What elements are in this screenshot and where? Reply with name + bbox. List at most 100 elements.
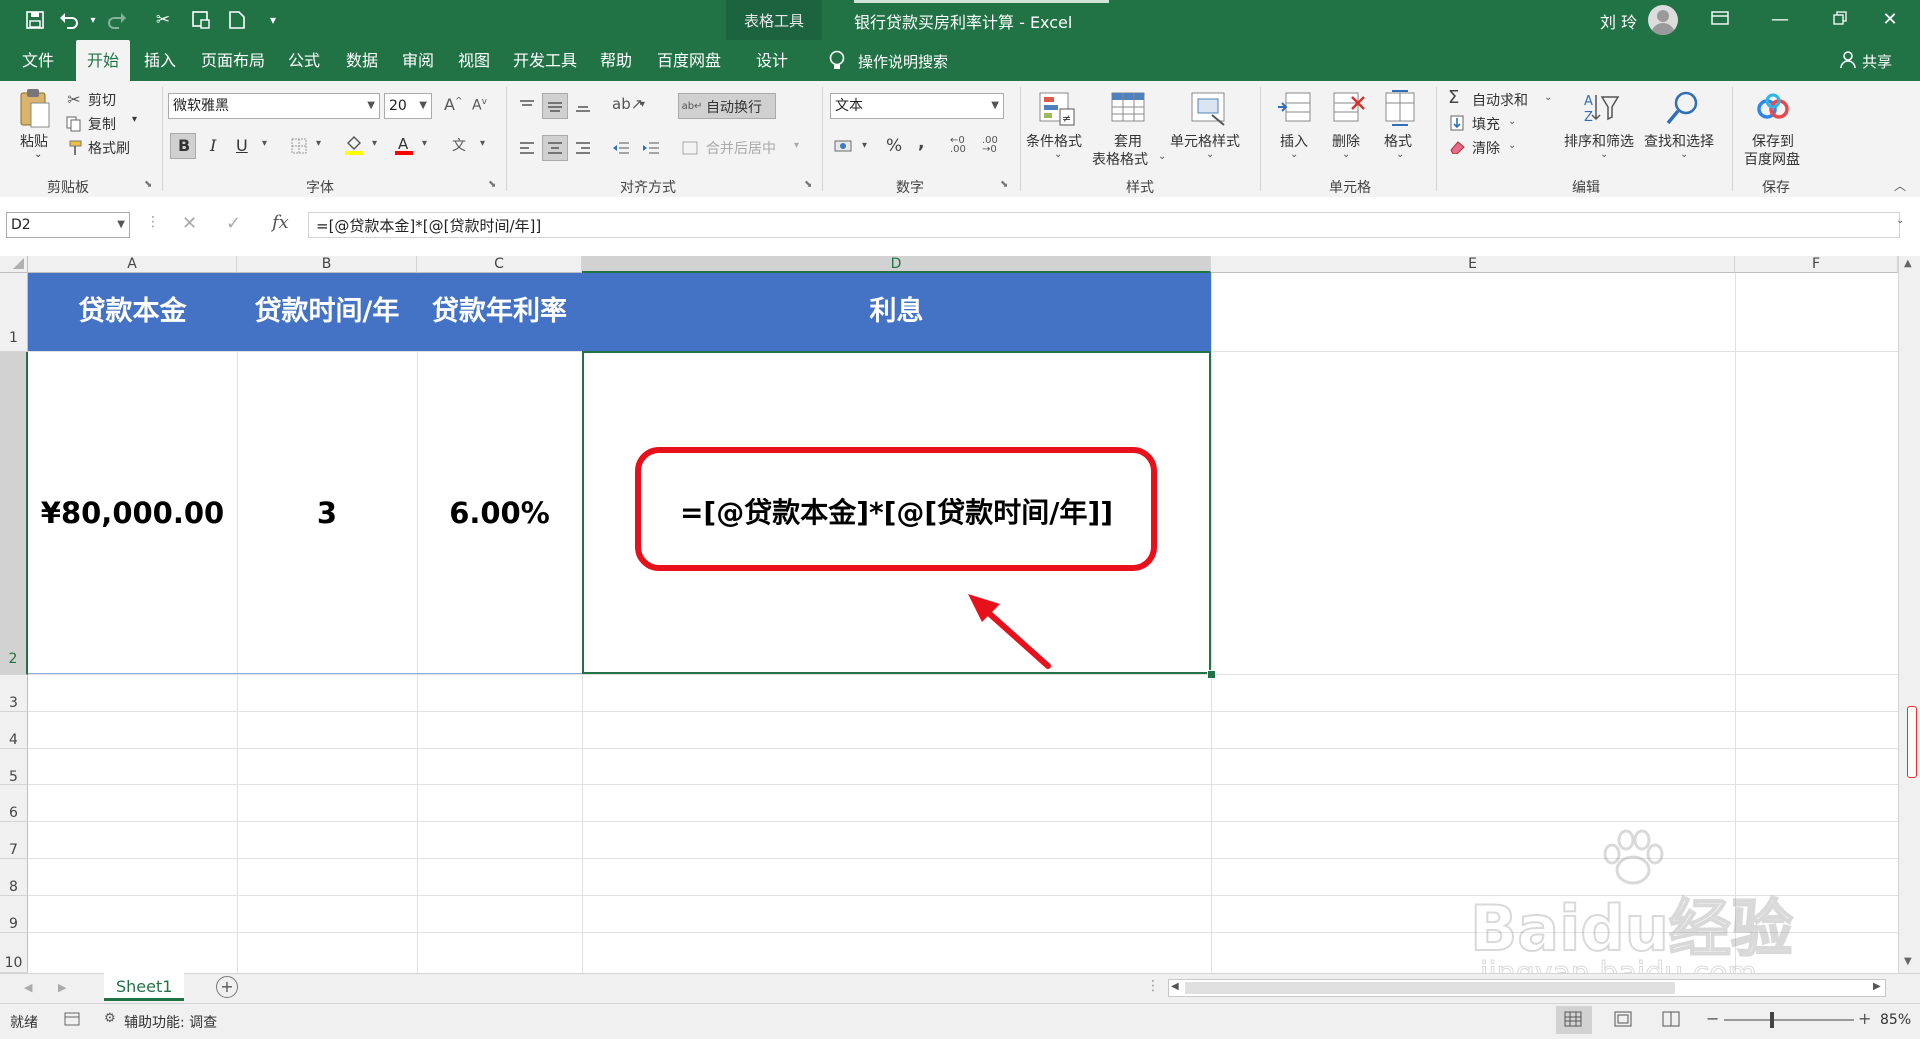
cell-c2[interactable]: 6.00% — [417, 352, 582, 674]
select-all-button[interactable] — [0, 256, 28, 273]
tab-page-layout[interactable]: 页面布局 — [196, 40, 270, 81]
font-launcher-icon[interactable]: ⬊ — [488, 179, 496, 190]
font-name-select[interactable]: 微软雅黑 ▼ — [168, 93, 380, 119]
format-as-table-button[interactable]: 套用 — [1114, 131, 1142, 151]
conditional-formatting-icon[interactable]: ≠ — [1038, 89, 1076, 127]
find-select-icon[interactable] — [1664, 89, 1702, 127]
baidu-netdisk-icon[interactable] — [1754, 89, 1792, 127]
delete-cells-button[interactable]: 删除 — [1332, 131, 1360, 151]
merge-center-button[interactable]: 合并后居中 — [706, 138, 776, 158]
horizontal-scrollbar[interactable]: ◀ ▶ — [1168, 979, 1886, 997]
orientation-icon[interactable]: ab↗ — [612, 95, 643, 113]
tab-home[interactable]: 开始 — [76, 40, 130, 81]
tell-me-search[interactable]: 操作说明搜索 — [858, 51, 948, 72]
copy-button[interactable]: 复制 — [88, 114, 116, 134]
column-header-e[interactable]: E — [1211, 256, 1735, 273]
align-bottom-icon[interactable] — [572, 95, 594, 117]
clipboard-launcher-icon[interactable]: ⬊ — [144, 179, 152, 190]
paste-dropdown-icon[interactable]: ⌄ — [34, 149, 42, 160]
row-header-8[interactable]: 8 — [0, 859, 28, 896]
zoom-in-button[interactable]: + — [1858, 1009, 1871, 1028]
percent-button[interactable]: % — [886, 136, 902, 156]
customize-toolbar-icon[interactable]: ▾ — [262, 9, 284, 31]
fill-color-dropdown-icon[interactable]: ▾ — [372, 138, 377, 149]
autosum-icon[interactable]: Σ — [1448, 87, 1459, 108]
formula-input[interactable]: =[@贷款本金]*[@[贷款时间/年]] — [316, 215, 541, 236]
delete-dropdown-icon[interactable]: ⌄ — [1342, 149, 1350, 160]
align-center-icon[interactable] — [544, 137, 566, 159]
new-document-icon[interactable] — [226, 9, 248, 31]
insert-dropdown-icon[interactable]: ⌄ — [1290, 149, 1298, 160]
italic-button[interactable]: I — [210, 136, 216, 155]
format-cells-icon[interactable] — [1382, 89, 1420, 127]
align-left-icon[interactable] — [516, 137, 538, 159]
row-header-1[interactable]: 1 — [0, 273, 28, 352]
zoom-level[interactable]: 85% — [1880, 1012, 1911, 1028]
fill-button[interactable]: 填充 — [1472, 114, 1500, 134]
table-header-rate[interactable]: 贷款年利率 — [417, 273, 582, 351]
undo-dropdown-icon[interactable]: ▾ — [82, 9, 104, 31]
cut-icon[interactable]: ✂ — [64, 89, 84, 109]
tab-formulas[interactable]: 公式 — [280, 40, 328, 81]
sort-dropdown-icon[interactable]: ⌄ — [1600, 149, 1608, 160]
currency-icon[interactable] — [832, 135, 856, 157]
table-header-interest[interactable]: 利息 — [582, 273, 1211, 351]
save-to-baidu-button[interactable]: 保存到 — [1752, 131, 1794, 151]
close-icon[interactable]: ✕ — [1860, 0, 1920, 40]
bold-button[interactable]: B — [178, 136, 190, 155]
scissors-icon[interactable]: ✂ — [152, 9, 174, 31]
eraser-icon[interactable] — [1448, 138, 1466, 156]
row-header-5[interactable]: 5 — [0, 749, 28, 785]
borders-icon[interactable] — [288, 135, 310, 157]
share-icon[interactable] — [1840, 51, 1856, 73]
sort-filter-button[interactable]: 排序和筛选 — [1564, 131, 1634, 151]
macro-record-icon[interactable] — [64, 1011, 82, 1031]
merge-dropdown-icon[interactable]: ▾ — [794, 140, 799, 151]
cell-styles-dropdown-icon[interactable]: ⌄ — [1206, 149, 1214, 160]
comma-button[interactable]: , — [918, 133, 924, 153]
scroll-right-icon[interactable]: ▶ — [1873, 981, 1881, 992]
format-cells-button[interactable]: 格式 — [1384, 131, 1412, 151]
scroll-left-icon[interactable]: ◀ — [1171, 981, 1179, 992]
tab-help[interactable]: 帮助 — [592, 40, 640, 81]
clear-button[interactable]: 清除 — [1472, 138, 1500, 158]
column-header-b[interactable]: B — [237, 256, 417, 273]
table-header-years[interactable]: 贷款时间/年 — [237, 273, 417, 351]
scroll-up-icon[interactable]: ▲ — [1904, 258, 1912, 269]
table-format-dropdown-icon[interactable]: ⌄ — [1158, 151, 1166, 162]
add-sheet-icon[interactable]: + — [216, 976, 238, 998]
sheet-tab-sheet1[interactable]: Sheet1 — [116, 977, 172, 996]
row-header-6[interactable]: 6 — [0, 785, 28, 822]
decrease-font-icon[interactable]: Av — [472, 97, 487, 114]
row-header-4[interactable]: 4 — [0, 712, 28, 749]
user-name[interactable]: 刘 玲 — [1600, 9, 1637, 33]
tab-data[interactable]: 数据 — [338, 40, 386, 81]
decrease-indent-icon[interactable] — [610, 137, 632, 159]
insert-cells-button[interactable]: 插入 — [1280, 131, 1308, 151]
minimize-icon[interactable]: — — [1750, 0, 1810, 40]
prev-sheet-icon[interactable]: ◀ — [24, 981, 32, 994]
tab-developer[interactable]: 开发工具 — [508, 40, 582, 81]
tab-baidu-netdisk[interactable]: 百度网盘 — [652, 40, 726, 81]
cell-styles-icon[interactable] — [1190, 89, 1228, 127]
vertical-scroll-thumb[interactable] — [1907, 706, 1917, 778]
table-header-principal[interactable]: 贷款本金 — [28, 273, 237, 351]
next-sheet-icon[interactable]: ▶ — [58, 981, 66, 994]
page-break-view-icon[interactable] — [1662, 1011, 1680, 1031]
find-select-button[interactable]: 查找和选择 — [1644, 131, 1714, 151]
align-right-icon[interactable] — [572, 137, 594, 159]
conditional-formatting-button[interactable]: 条件格式 — [1026, 131, 1082, 151]
save-to-baidu-button-line2[interactable]: 百度网盘 — [1744, 149, 1800, 169]
wrap-text-button[interactable]: 自动换行 — [706, 97, 762, 117]
tab-file[interactable]: 文件 — [14, 40, 62, 81]
avatar[interactable] — [1648, 5, 1678, 35]
font-color-dropdown-icon[interactable]: ▾ — [422, 138, 427, 149]
sort-filter-icon[interactable]: AZ — [1582, 89, 1620, 127]
font-color-icon[interactable]: A — [392, 133, 416, 157]
increase-decimal-icon[interactable]: ←0.00 — [950, 136, 966, 155]
scroll-down-icon[interactable]: ▼ — [1904, 956, 1912, 967]
ribbon-display-icon[interactable] — [1690, 0, 1750, 40]
decrease-decimal-icon[interactable]: .00 →0 — [982, 136, 998, 155]
fill-dropdown-icon[interactable]: ⌄ — [1508, 116, 1516, 127]
fill-icon[interactable] — [1448, 114, 1466, 132]
